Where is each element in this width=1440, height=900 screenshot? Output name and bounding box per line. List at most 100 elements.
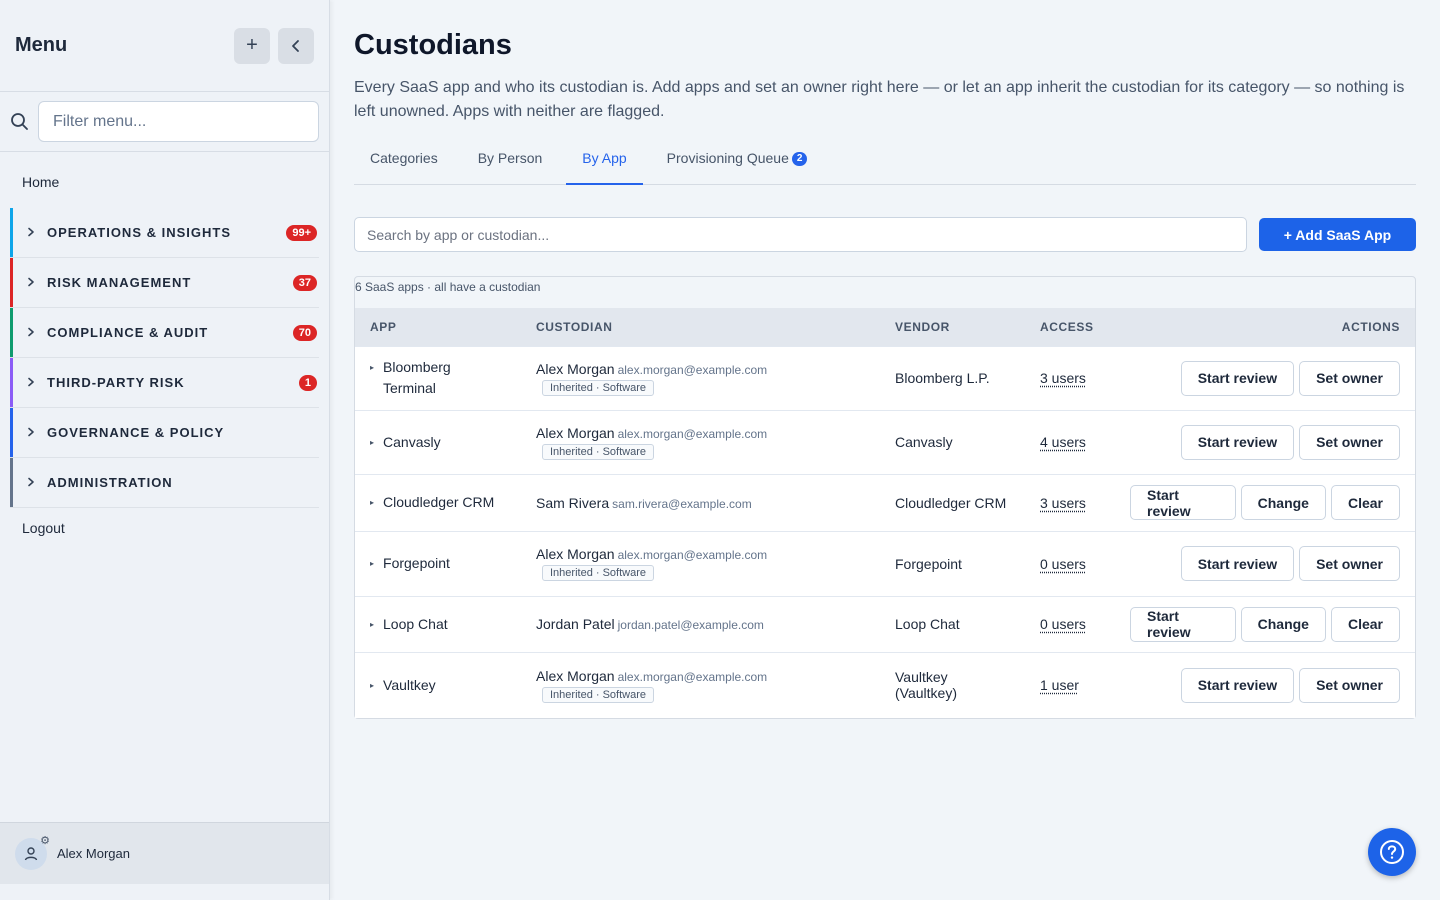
app-name: Canvasly xyxy=(383,433,441,450)
access-users-link[interactable]: 3 users xyxy=(1040,370,1086,386)
custodian-email: jordan.patel@example.com xyxy=(617,618,764,632)
inherited-tag: Inherited · Software xyxy=(542,379,654,396)
access-cell: 1 user xyxy=(1025,651,1115,718)
custodian-cell: Sam Rivera sam.rivera@example.com xyxy=(521,473,880,531)
nav-accent-bar xyxy=(10,208,13,257)
tab-by-app[interactable]: By App xyxy=(566,148,643,185)
chevron-right-icon xyxy=(26,376,44,390)
tab-categories[interactable]: Categories xyxy=(354,148,454,185)
start-review-button[interactable]: Start review xyxy=(1130,606,1236,642)
chevron-right-icon xyxy=(26,276,44,290)
app-name-wrap: ▸ Cloudledger CRM xyxy=(370,492,506,513)
count-badge: 1 xyxy=(298,374,317,391)
expand-row-icon[interactable]: ▸ xyxy=(370,357,374,378)
clear-button[interactable]: Clear xyxy=(1330,485,1400,520)
sidebar-item-label: GOVERNANCE & POLICY xyxy=(47,425,225,440)
filter-menu-input[interactable] xyxy=(38,101,319,142)
table-row: ▸ Canvasly Alex Morgan alex.morgan@example.… xyxy=(355,409,1415,474)
clear-button[interactable]: Clear xyxy=(1330,606,1400,642)
expand-row-icon[interactable]: ▸ xyxy=(370,614,374,635)
access-users-link[interactable]: 0 users xyxy=(1040,556,1086,572)
app-name-wrap: ▸ Bloomberg Terminal xyxy=(370,357,506,399)
expand-row-icon[interactable]: ▸ xyxy=(370,675,374,696)
expand-row-icon[interactable]: ▸ xyxy=(370,553,374,574)
nav-home[interactable]: Home xyxy=(0,152,329,208)
custodian-name: Alex Morgan xyxy=(536,667,615,684)
custodian-name: Alex Morgan xyxy=(536,424,615,441)
user-icon xyxy=(24,846,38,860)
custodian-name: Sam Rivera xyxy=(536,494,610,511)
actions-cell: Start review Set owner xyxy=(1115,409,1415,474)
app-name: Loop Chat xyxy=(383,615,448,632)
plus-icon: + xyxy=(246,34,258,56)
set-owner-button[interactable]: Set owner xyxy=(1299,424,1400,460)
inherited-tag: Inherited · Software xyxy=(542,443,654,460)
chevron-right-icon xyxy=(26,476,44,490)
sidebar-item-label: THIRD-PARTY RISK xyxy=(47,375,185,390)
custodian-cell: Alex Morgan alex.morgan@example.com Inheri… xyxy=(521,345,880,410)
custodian-cell: Alex Morgan alex.morgan@example.com Inheri… xyxy=(521,651,880,718)
expand-row-icon[interactable]: ▸ xyxy=(370,492,374,513)
tab-by-person[interactable]: By Person xyxy=(462,148,559,185)
start-review-button[interactable]: Start review xyxy=(1180,424,1295,460)
app-name-wrap: ▸ Canvasly xyxy=(370,432,506,453)
access-users-link[interactable]: 1 user xyxy=(1040,677,1079,693)
custodian-name: Jordan Patel xyxy=(536,616,615,632)
actions-cell: Start review Change Clear xyxy=(1115,473,1415,531)
change-button[interactable]: Change xyxy=(1240,485,1326,520)
sidebar-item-governance-and-policy[interactable]: GOVERNANCE & POLICY xyxy=(10,408,319,458)
expand-row-icon[interactable]: ▸ xyxy=(370,432,374,453)
row-actions: Start review Set owner xyxy=(1130,424,1400,460)
search-input[interactable] xyxy=(354,217,1247,252)
logout-link[interactable]: Logout xyxy=(0,508,329,536)
sidebar-item-operations-and-insights[interactable]: OPERATIONS & INSIGHTS 99+ xyxy=(10,208,319,258)
custodian-cell: Jordan Patel jordan.patel@example.com xyxy=(521,595,880,652)
app-name: Vaultkey xyxy=(383,676,436,693)
tab-label: By Person xyxy=(477,150,543,166)
access-cell: 0 users xyxy=(1025,595,1115,652)
user-footer[interactable]: ⚙ Alex Morgan xyxy=(0,822,329,884)
custodian-line: Alex Morgan alex.morgan@example.com xyxy=(536,668,865,684)
actions-cell: Start review Set owner xyxy=(1115,345,1415,410)
table-row: ▸ Forgepoint Alex Morgan alex.morgan@exampl… xyxy=(355,530,1415,596)
add-saas-app-button[interactable]: + Add SaaS App xyxy=(1259,218,1416,251)
set-owner-button[interactable]: Set owner xyxy=(1299,360,1400,396)
app-name-wrap: ▸ Forgepoint xyxy=(370,553,506,574)
access-users-link[interactable]: 0 users xyxy=(1040,616,1086,632)
help-button[interactable] xyxy=(1368,828,1416,876)
sidebar-item-compliance-and-audit[interactable]: COMPLIANCE & AUDIT 70 xyxy=(10,308,319,358)
vendor-cell: Loop Chat xyxy=(880,595,1025,652)
sidebar-header: Menu + xyxy=(0,0,329,92)
collapse-sidebar-button[interactable] xyxy=(278,27,314,64)
actions-cell: Start review Change Clear xyxy=(1115,595,1415,652)
custodian-email: alex.morgan@example.com xyxy=(617,548,768,562)
access-users-link[interactable]: 4 users xyxy=(1040,434,1086,450)
custodian-email: alex.morgan@example.com xyxy=(617,426,768,441)
row-actions: Start review Change Clear xyxy=(1130,485,1400,520)
sidebar-item-third-party-risk[interactable]: THIRD-PARTY RISK 1 xyxy=(10,358,319,408)
add-button[interactable]: + xyxy=(234,27,270,64)
nav-accent-bar xyxy=(10,308,13,357)
column-header-access: ACCESS xyxy=(1040,319,1094,334)
app-cell: ▸ Canvasly xyxy=(355,409,521,474)
app-cell: ▸ Cloudledger CRM xyxy=(355,473,521,531)
row-actions: Start review Set owner xyxy=(1130,360,1400,396)
set-owner-button[interactable]: Set owner xyxy=(1299,667,1400,703)
app-name: Bloomberg Terminal xyxy=(383,359,451,396)
change-button[interactable]: Change xyxy=(1240,606,1326,642)
custodian-name: Alex Morgan xyxy=(536,360,615,377)
set-owner-button[interactable]: Set owner xyxy=(1299,546,1400,581)
column-header-app: APP xyxy=(370,319,397,334)
access-users-link[interactable]: 3 users xyxy=(1040,495,1086,511)
sidebar-item-administration[interactable]: ADMINISTRATION xyxy=(10,458,319,508)
start-review-button[interactable]: Start review xyxy=(1130,485,1236,520)
start-review-button[interactable]: Start review xyxy=(1180,360,1295,396)
start-review-button[interactable]: Start review xyxy=(1180,667,1295,703)
app-cell: ▸ Loop Chat xyxy=(355,595,521,652)
app-cell: ▸ Vaultkey xyxy=(355,651,521,718)
tab-provisioning-queue[interactable]: Provisioning Queue 2 xyxy=(651,148,824,185)
access-cell: 3 users xyxy=(1025,473,1115,531)
sidebar-item-risk-management[interactable]: RISK MANAGEMENT 37 xyxy=(10,258,319,308)
chevron-left-icon xyxy=(292,39,299,52)
start-review-button[interactable]: Start review xyxy=(1180,546,1295,581)
